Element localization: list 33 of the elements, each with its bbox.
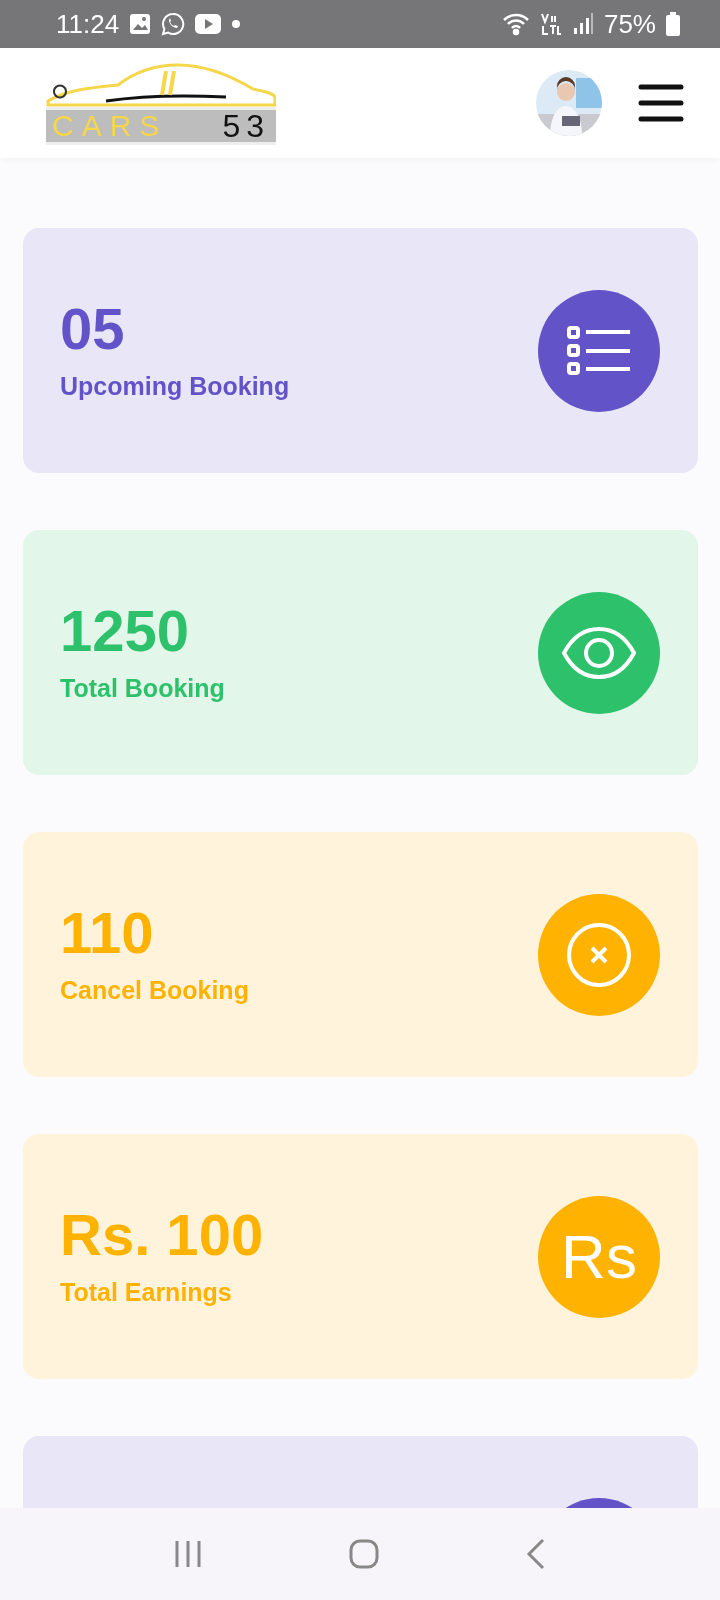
- signal-icon: [571, 12, 594, 36]
- car-icon: [46, 61, 276, 107]
- currency-symbol: Rs: [561, 1221, 637, 1292]
- stat-label: Cancel Booking: [60, 976, 250, 1005]
- list-icon: [566, 324, 632, 377]
- battery-icon: [666, 12, 680, 36]
- logo-word: CARS: [52, 111, 168, 141]
- stat-label: Total Earnings: [60, 1278, 233, 1307]
- clock: 11:24: [56, 8, 120, 40]
- stat-card[interactable]: 110 Cancel Booking: [23, 832, 698, 1077]
- recent-apps-icon[interactable]: [173, 1539, 202, 1569]
- stat-value: Rs. 100: [60, 1206, 265, 1264]
- stat-card[interactable]: 1250 Total Booking: [23, 530, 698, 775]
- home-icon[interactable]: [349, 1539, 379, 1569]
- stat-card[interactable]: Rs. 100 Total Earnings Rs: [23, 1134, 698, 1379]
- chat-icon: [161, 12, 186, 36]
- logo-number: 53: [222, 110, 270, 142]
- stat-value: 1250: [60, 602, 191, 660]
- back-icon[interactable]: [526, 1538, 547, 1570]
- stat-card[interactable]: 05 Upcoming Booking: [23, 228, 698, 473]
- cancel-icon: [566, 921, 632, 988]
- eye-icon: [561, 625, 637, 680]
- stat-value: 05: [60, 300, 126, 358]
- battery-percent: 75%: [603, 8, 656, 40]
- volte-icon: [539, 12, 562, 36]
- stat-value: 110: [60, 904, 155, 962]
- stat-label: Upcoming Booking: [60, 372, 291, 401]
- image-icon: [129, 13, 152, 35]
- menu-icon[interactable]: [638, 84, 684, 122]
- wifi-icon: [501, 12, 530, 36]
- dot-icon: [231, 19, 242, 29]
- stat-label: Total Booking: [60, 674, 226, 703]
- video-icon: [195, 14, 222, 34]
